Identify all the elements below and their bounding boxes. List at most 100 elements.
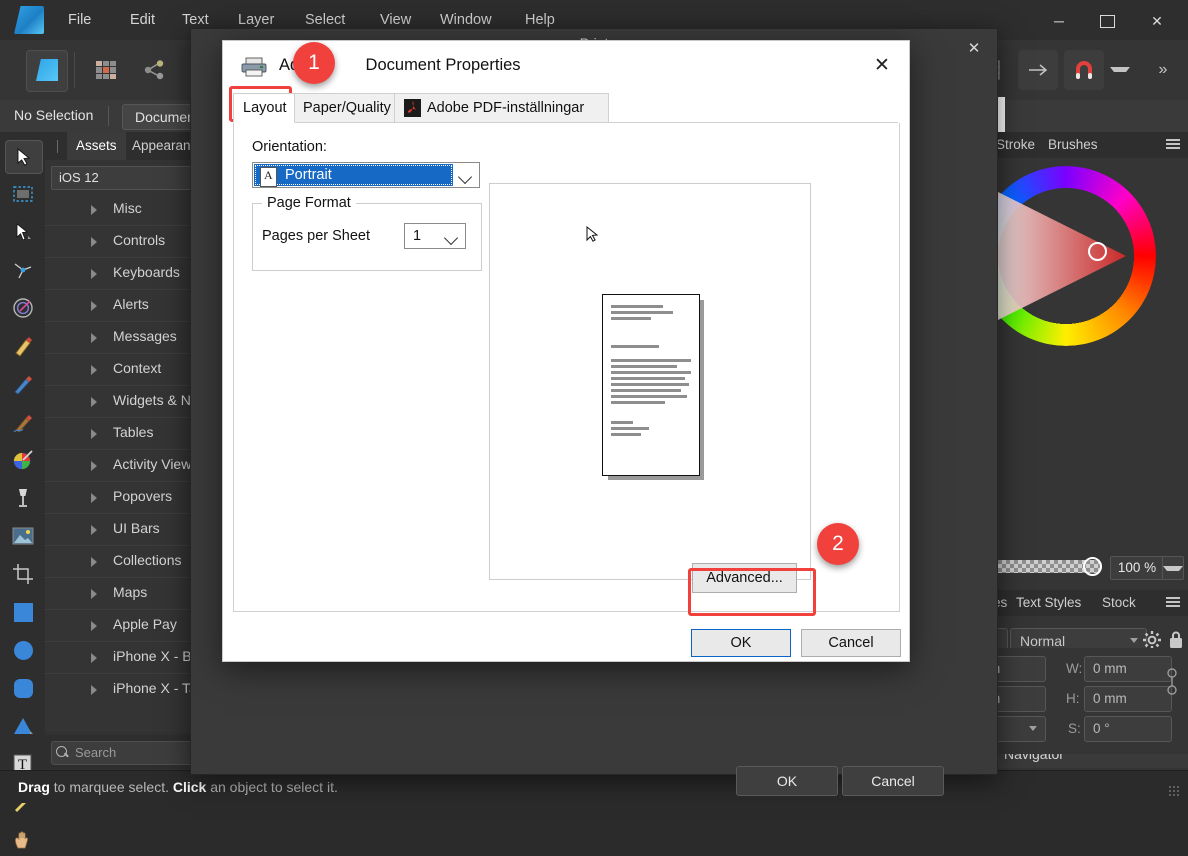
chevron-right-icon[interactable]	[91, 333, 97, 343]
toolbar-export-persona-button[interactable]	[134, 50, 174, 90]
assets-category-value: iOS 12	[59, 170, 99, 185]
chevron-right-icon[interactable]	[91, 269, 97, 279]
menu-help[interactable]: Help	[525, 12, 555, 28]
chevron-right-icon[interactable]	[91, 365, 97, 375]
chevron-right-icon[interactable]	[91, 525, 97, 535]
layers-panel-tabs: les Text Styles Stock	[990, 590, 1188, 616]
chevron-right-icon[interactable]	[91, 461, 97, 471]
transform-h-field[interactable]: 0 mm	[1084, 686, 1172, 712]
menu-text[interactable]: Text	[182, 12, 209, 28]
pencil-tool[interactable]	[5, 368, 41, 400]
transform-s-field[interactable]: 0 °	[1084, 716, 1172, 742]
dialog-close-button[interactable]: ✕	[859, 45, 905, 85]
print-ok-button[interactable]: OK	[736, 766, 838, 796]
toolbar-move-button[interactable]	[1018, 50, 1058, 90]
resize-grip-icon[interactable]	[1168, 785, 1180, 797]
dialog-cancel-button[interactable]: Cancel	[801, 629, 901, 657]
chevron-right-icon[interactable]	[91, 237, 97, 247]
dialog-ok-button[interactable]: OK	[691, 629, 791, 657]
menu-edit[interactable]: Edit	[130, 12, 155, 28]
tab-assets[interactable]: Assets	[67, 132, 126, 160]
menu-window[interactable]: Window	[440, 12, 492, 28]
tab-text-styles[interactable]: Text Styles	[1016, 590, 1081, 616]
chevron-right-icon[interactable]	[91, 685, 97, 695]
pdf-icon	[404, 99, 421, 117]
menu-view[interactable]: View	[380, 12, 411, 28]
opacity-slider-handle[interactable]	[1083, 557, 1102, 576]
assets-list-item-label: Controls	[113, 232, 165, 248]
move-tool[interactable]	[5, 140, 43, 174]
preview-text-line	[611, 383, 689, 386]
preview-page	[602, 294, 700, 476]
link-aspect-icon[interactable]	[1166, 666, 1178, 700]
chevron-right-icon[interactable]	[91, 621, 97, 631]
layers-panel-menu-icon[interactable]	[1166, 597, 1180, 608]
tab-layout[interactable]: Layout	[233, 93, 295, 123]
ellipse-tool[interactable]	[5, 634, 41, 666]
assets-list-item-label: Keyboards	[113, 264, 180, 280]
orientation-dropdown[interactable]: Portrait	[252, 162, 480, 188]
tab-stock[interactable]: Stock	[1102, 590, 1136, 616]
toolbar-snapping-dropdown[interactable]	[1110, 50, 1130, 90]
artboard-tool[interactable]	[5, 178, 41, 210]
assets-list-item-label: Messages	[113, 328, 177, 344]
chevron-down-icon	[1029, 726, 1037, 731]
hand-tool[interactable]	[5, 824, 41, 856]
preview-text-line	[611, 365, 677, 368]
pen-tool[interactable]	[5, 330, 41, 362]
fill-tool[interactable]	[5, 444, 41, 476]
tab-brushes[interactable]: Brushes	[1048, 132, 1098, 158]
maximize-button[interactable]	[1090, 8, 1124, 34]
opacity-value-field[interactable]: 100 %	[1110, 556, 1164, 580]
print-cancel-button[interactable]: Cancel	[842, 766, 944, 796]
rounded-rectangle-tool[interactable]	[5, 672, 41, 704]
chevron-right-icon[interactable]	[91, 653, 97, 663]
triangle-tool[interactable]	[5, 710, 41, 742]
print-window-close-button[interactable]: ✕	[961, 37, 987, 59]
crop-tool[interactable]	[5, 558, 41, 590]
transform-w-field[interactable]: 0 mm	[1084, 656, 1172, 682]
preview-text-line	[611, 317, 651, 320]
close-button[interactable]: ✕	[1140, 8, 1174, 34]
vector-crop-tool[interactable]	[5, 292, 41, 324]
tab-paper-quality[interactable]: Paper/Quality	[293, 93, 408, 123]
pages-per-sheet-dropdown[interactable]: 1	[404, 223, 466, 249]
node-tool[interactable]	[5, 216, 41, 248]
chevron-right-icon[interactable]	[91, 493, 97, 503]
chevron-right-icon[interactable]	[91, 589, 97, 599]
transform-w-label: W:	[1066, 661, 1082, 676]
toolbar-snapping-magnet-button[interactable]	[1064, 50, 1104, 90]
search-placeholder: Search	[75, 745, 116, 760]
rectangle-tool[interactable]	[5, 596, 41, 628]
preview-text-line	[611, 401, 665, 404]
menu-select[interactable]: Select	[305, 12, 345, 28]
chevron-right-icon[interactable]	[91, 557, 97, 567]
color-panel-tabs: Stroke Brushes	[990, 132, 1188, 158]
toolbar-designer-persona-button[interactable]	[26, 50, 68, 92]
toolbar-pixel-persona-button[interactable]	[86, 50, 126, 90]
minimize-button[interactable]: ─	[1042, 8, 1076, 34]
gradient-tool[interactable]	[5, 482, 41, 514]
chevron-right-icon[interactable]	[91, 429, 97, 439]
assets-category-dropdown[interactable]: iOS 12	[51, 166, 210, 190]
color-wheel-handle[interactable]	[1088, 242, 1107, 261]
vector-brush-tool[interactable]	[5, 406, 41, 438]
corner-tool[interactable]	[5, 254, 41, 286]
place-image-tool[interactable]	[5, 520, 41, 552]
chevron-right-icon[interactable]	[91, 397, 97, 407]
menu-layer[interactable]: Layer	[238, 12, 274, 28]
chevron-down-icon	[458, 170, 472, 184]
tab-stroke[interactable]: Stroke	[996, 132, 1035, 158]
preview-text-line	[611, 359, 691, 362]
assets-list-item-label: Popovers	[113, 488, 172, 504]
assets-list-item-label: Apple Pay	[113, 616, 177, 632]
opacity-dropdown[interactable]	[1162, 556, 1184, 580]
annotation-badge-1: 1	[293, 42, 335, 84]
panel-menu-icon[interactable]	[1166, 139, 1180, 150]
tab-adobe-pdf-settings[interactable]: Adobe PDF-inställningar	[394, 93, 609, 123]
menu-file[interactable]: File	[68, 12, 91, 28]
chevron-right-icon[interactable]	[91, 205, 97, 215]
chevron-down-icon	[1130, 638, 1138, 643]
chevron-right-icon[interactable]	[91, 301, 97, 311]
toolbar-overflow-button[interactable]: »	[1148, 50, 1178, 90]
